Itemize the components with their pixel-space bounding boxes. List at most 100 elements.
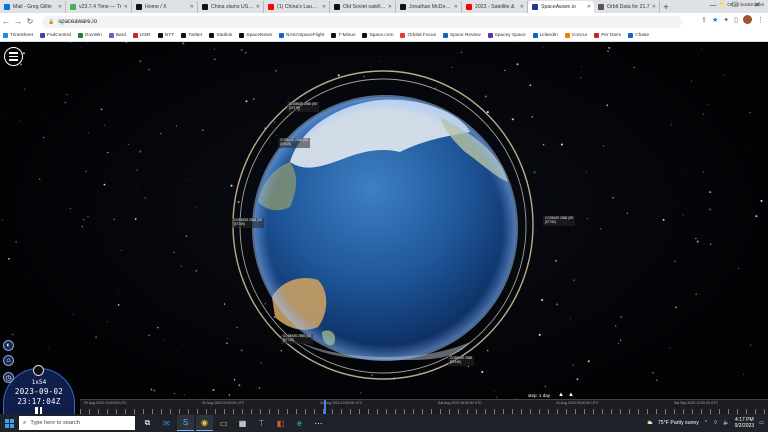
timeline-bar[interactable]: Fri Aug 2023 19:00:00 UTC 30 Aug 2023 00:…	[80, 399, 768, 414]
browser-tab[interactable]: Home / X ✕	[132, 1, 198, 13]
weather-text[interactable]: 75°F Partly sunny	[658, 420, 699, 426]
other-bookmarks[interactable]: 📁 Other bookmarks	[720, 3, 764, 8]
bookmark-item[interactable]: Concur	[564, 33, 587, 38]
edge-app-icon[interactable]: e	[291, 415, 308, 431]
star	[527, 107, 529, 109]
bookmark-star-icon[interactable]: ★	[712, 16, 718, 24]
tab-close-icon[interactable]: ✕	[58, 4, 62, 10]
browser-tab[interactable]: Old Soviet satellite ✕	[330, 1, 396, 13]
bookmark-item[interactable]: Starlink	[209, 33, 232, 38]
satellite-label[interactable]: COSMOS 2568 (SE [57750]	[543, 216, 576, 226]
satellite-label[interactable]: COSMOS 2565 (SE [57748]	[281, 334, 314, 344]
tab-close-icon[interactable]: ✕	[454, 4, 458, 10]
bookmark-item[interactable]: Orbital Focus	[400, 33, 436, 38]
bookmark-item[interactable]: NASASpaceFlight	[279, 33, 324, 38]
network-icon[interactable]: ⌔	[713, 420, 718, 426]
teams-app-icon[interactable]: T	[253, 415, 270, 431]
forward-icon[interactable]: →	[12, 17, 24, 26]
bookmark-item[interactable]: Space Review	[443, 33, 481, 38]
reload-icon[interactable]: ↻	[24, 17, 36, 26]
browser-tab[interactable]: 2023 - Satellite & ✕	[462, 1, 528, 13]
bookmark-item[interactable]: SpaceNews	[239, 33, 272, 38]
satellite-label[interactable]: COSMOS 2568 (SE [57749]	[232, 218, 265, 228]
main-menu-button[interactable]	[4, 47, 23, 66]
bookmark-item[interactable]: NYT	[157, 33, 174, 38]
tab-close-icon[interactable]: ✕	[124, 4, 128, 10]
share-icon[interactable]: ⇪	[701, 16, 707, 24]
address-bar[interactable]: 🔒 spaceaware.io	[42, 15, 682, 28]
file-explorer-icon[interactable]: ▭	[215, 415, 232, 431]
pause-button[interactable]	[35, 407, 43, 414]
tray-arrow-icon[interactable]: ⌃	[704, 420, 708, 426]
notifications-icon[interactable]: ▭	[759, 420, 764, 426]
star	[504, 69, 506, 72]
tab-close-icon[interactable]: ✕	[652, 4, 656, 10]
satellite-label[interactable]: COSMOS 2565 (SE [57379]	[287, 102, 320, 112]
tab-close-icon[interactable]: ✕	[256, 4, 260, 10]
star	[150, 388, 153, 391]
extensions-icon[interactable]: ✦	[723, 16, 729, 24]
spaceaware-app-icon[interactable]: S	[177, 415, 194, 431]
browser-tab[interactable]: Orbit Data for 21.7 ✕	[594, 1, 660, 13]
star	[83, 219, 85, 221]
browser-tab[interactable]: China slams US co ✕	[198, 1, 264, 13]
bookmark-item[interactable]: Twitter	[181, 33, 202, 38]
sidepanel-icon[interactable]: ▯	[734, 16, 738, 24]
star	[264, 303, 266, 305]
chat-app-icon[interactable]: ⋯	[310, 415, 327, 431]
star	[134, 218, 137, 220]
chrome-app-icon[interactable]: ◉	[196, 415, 213, 431]
office-app-icon[interactable]: ◧	[272, 415, 289, 431]
bookmark-item[interactable]: Chase	[628, 33, 649, 38]
back-icon[interactable]: ←	[0, 17, 12, 26]
step-up-icon[interactable]: ▲	[558, 392, 564, 398]
bookmark-item[interactable]: Space.com	[362, 33, 393, 38]
star	[223, 303, 226, 305]
tab-close-icon[interactable]: ✕	[388, 4, 392, 10]
menu-dots-icon[interactable]: ⋮	[757, 16, 764, 24]
bookmark-item[interactable]: GovWin	[77, 33, 102, 38]
taskbar-search[interactable]: ⌕ Type here to search	[19, 416, 135, 430]
bookmark-item[interactable]: T-Minus	[331, 33, 355, 38]
satellite-label[interactable]: COSMOS 2565 [57349]	[448, 356, 475, 366]
outlook-app-icon[interactable]: ✉	[158, 415, 175, 431]
task-view-icon[interactable]: ⧉	[139, 415, 156, 431]
bookmark-item[interactable]: TimeSheet	[3, 33, 33, 38]
browser-tab[interactable]: v23.7.4 Time — Tr ✕	[66, 1, 132, 13]
layers-icon[interactable]: ◐	[3, 340, 14, 351]
tab-close-icon[interactable]: ✕	[322, 4, 326, 10]
bookmark-favicon-icon	[181, 33, 187, 38]
star	[160, 133, 162, 135]
bookmark-item[interactable]: Bard	[108, 33, 126, 38]
time-speed-knob[interactable]	[33, 365, 44, 376]
star	[749, 344, 752, 346]
volume-icon[interactable]: 🔈	[723, 420, 729, 426]
browser-tab[interactable]: SpaceAware.io ✕	[528, 1, 594, 13]
star	[755, 215, 758, 218]
star	[23, 88, 26, 91]
home-icon[interactable]: ⌂	[3, 355, 14, 366]
profile-avatar[interactable]	[743, 15, 752, 24]
bookmark-item[interactable]: Per Diem	[594, 33, 621, 38]
bookmark-item[interactable]: Spacey Space	[487, 33, 526, 38]
star	[260, 362, 262, 364]
tab-close-icon[interactable]: ✕	[520, 4, 524, 10]
browser-tab[interactable]: Mail - Greg Gillin ✕	[0, 1, 66, 13]
taskbar-clock[interactable]: 4:17 PM 9/2/2023	[735, 417, 754, 429]
star	[486, 111, 489, 114]
bookmark-item[interactable]: LinkedIn	[532, 33, 558, 38]
start-button[interactable]	[0, 414, 18, 432]
calculator-icon[interactable]: ▦	[234, 415, 251, 431]
globe-viewer[interactable]: COSMOS 2565 (SE [57379] COSMOS 2566 (SE [57…	[0, 42, 768, 414]
satellite-label[interactable]: COSMOS 2566 (SE [57519]	[278, 138, 311, 148]
bookmark-item[interactable]: FedCentral	[40, 33, 71, 38]
new-tab-button[interactable]: +	[660, 1, 672, 13]
browser-tab[interactable]: (1) China's Launch ✕	[264, 1, 330, 13]
bookmark-item[interactable]: I2SR	[132, 33, 151, 38]
tab-close-icon[interactable]: ✕	[190, 4, 194, 10]
step-label: step: 1 day	[528, 393, 551, 398]
step-down-icon[interactable]: ▲	[568, 392, 574, 398]
tab-close-icon[interactable]: ✕	[587, 4, 591, 10]
browser-tab[interactable]: Jonathan McDowell ✕	[396, 1, 462, 13]
tab-favicon-icon	[532, 4, 538, 10]
